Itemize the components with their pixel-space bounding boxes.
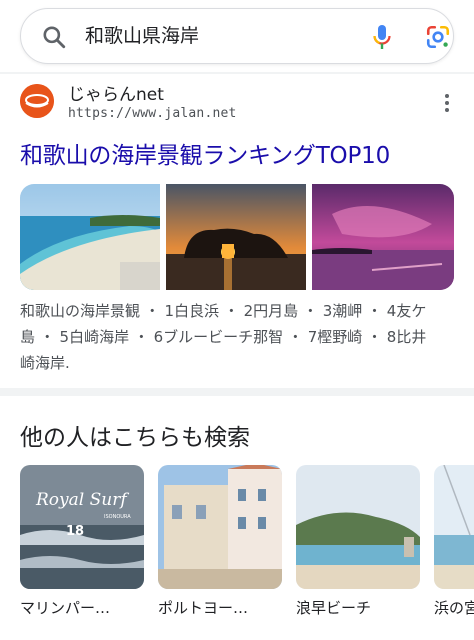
related-label[interactable]: 浜の宮 — [434, 597, 474, 618]
site-url[interactable]: https://www.jalan.net — [68, 106, 237, 121]
snippet-line: 島 ・ 5白崎海岸 ・ 6ブルービーチ那智 ・ 7樫野崎 ・ 8比井 — [20, 328, 427, 346]
site-name[interactable]: じゃらんnet — [68, 80, 164, 105]
result-image-strip[interactable] — [20, 184, 454, 290]
search-bar[interactable]: 和歌山県海岸 — [20, 8, 454, 64]
related-label[interactable]: マリンパー… — [20, 597, 144, 618]
google-lens-icon[interactable] — [425, 24, 451, 50]
search-query[interactable]: 和歌山県海岸 — [85, 23, 199, 49]
divider — [0, 72, 474, 74]
microphone-icon[interactable] — [369, 23, 395, 51]
related-label[interactable]: ポルトヨー… — [158, 597, 282, 618]
related-card[interactable]: 浪早ビーチ — [296, 465, 420, 618]
related-card[interactable]: Royal Surf ISONOURA 18 マリンパー… — [20, 465, 144, 618]
related-label[interactable]: 浪早ビーチ — [296, 597, 420, 618]
purple-sky-coast-photo[interactable] — [312, 184, 454, 290]
overlay-subtitle: ISONOURA — [104, 514, 131, 520]
porto-europa-photo[interactable] — [158, 465, 282, 589]
related-card[interactable]: ポルトヨー… — [158, 465, 282, 618]
section-divider — [0, 388, 474, 396]
jalan-logo-icon[interactable] — [20, 84, 54, 118]
overlay-number: 18 — [66, 524, 84, 539]
engetsu-island-sunset-photo[interactable] — [166, 184, 306, 290]
related-searches-heading: 他の人はこちらも検索 — [20, 425, 250, 451]
overlay-title: Royal Surf — [35, 490, 129, 510]
beach-photo[interactable] — [20, 184, 160, 290]
result-title-link[interactable]: 和歌山の海岸景観ランキングTOP10 — [20, 136, 390, 170]
related-card[interactable]: 浜の宮 — [434, 465, 474, 618]
snippet-line: 崎海岸. — [20, 354, 70, 372]
hamanomiya-photo[interactable] — [434, 465, 474, 589]
result-snippet: 和歌山の海岸景観 ・ 1白良浜 ・ 2円月島 ・ 3潮岬 ・ 4友ケ 島 ・ 5… — [20, 298, 460, 376]
related-searches-carousel[interactable]: Royal Surf ISONOURA 18 マリンパー… ポルトヨー… 浪早ビ… — [20, 465, 474, 625]
snippet-line: 和歌山の海岸景観 ・ 1白良浜 ・ 2円月島 ・ 3潮岬 ・ 4友ケ — [20, 302, 427, 320]
namihaya-beach-photo[interactable] — [296, 465, 420, 589]
more-options-icon[interactable] — [440, 92, 454, 114]
royal-surf-photo[interactable]: Royal Surf ISONOURA 18 — [20, 465, 144, 589]
search-icon[interactable] — [41, 24, 67, 50]
